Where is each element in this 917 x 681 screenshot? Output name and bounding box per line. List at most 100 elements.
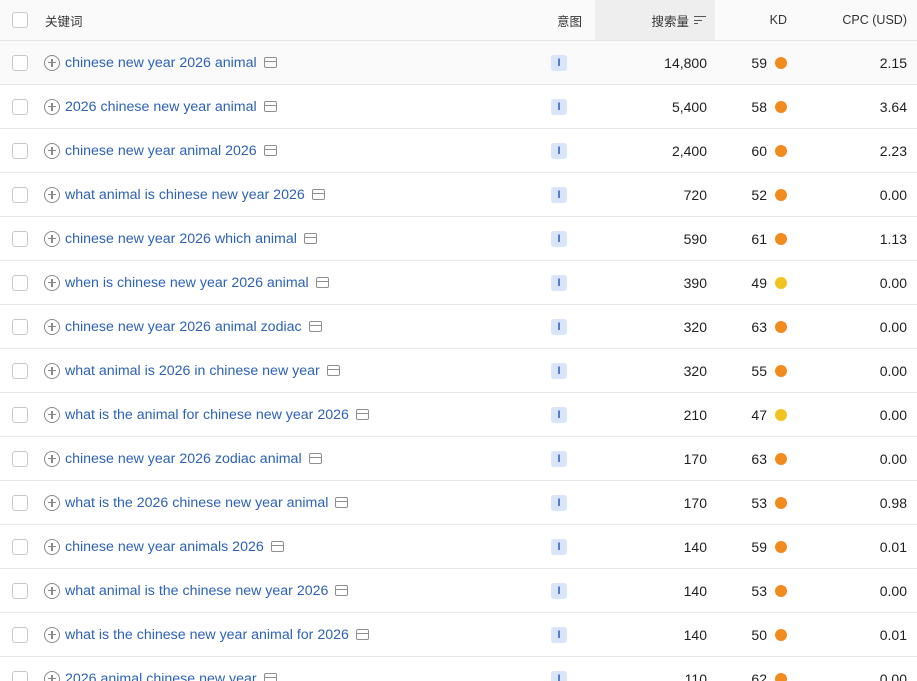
intent-cell: I <box>551 41 591 84</box>
keyword-cell: what is the chinese new year animal for … <box>44 613 544 656</box>
row-checkbox[interactable] <box>12 142 28 159</box>
header-cpc[interactable]: CPC (USD) <box>800 0 907 40</box>
add-plus-circle-icon[interactable] <box>44 582 60 599</box>
row-checkbox[interactable] <box>12 670 28 681</box>
table-row[interactable]: chinese new year 2026 which animal I 590 61… <box>0 217 917 261</box>
add-plus-circle-icon[interactable] <box>44 538 60 555</box>
cpc-cell: 0.00 <box>879 362 907 379</box>
table-row[interactable]: chinese new year 2026 animal zodiac I 320 6… <box>0 305 917 349</box>
serp-preview-icon[interactable] <box>326 365 340 376</box>
add-plus-circle-icon[interactable] <box>44 98 60 115</box>
table-row[interactable]: chinese new year 2026 animal I 14,800 59 2.1… <box>0 41 917 85</box>
serp-preview-icon[interactable] <box>355 409 369 420</box>
serp-preview-icon[interactable] <box>263 101 277 112</box>
keyword-link[interactable]: what is the animal for chinese new year … <box>65 407 349 423</box>
keyword-link[interactable]: when is chinese new year 2026 animal <box>65 275 309 291</box>
volume-cell: 210 <box>683 406 707 423</box>
table-row[interactable]: chinese new year animal 2026 I 2,400 60 2.23 <box>0 129 917 173</box>
row-checkbox[interactable] <box>12 406 28 423</box>
intent-badge: I <box>551 670 567 681</box>
add-plus-circle-icon[interactable] <box>44 494 60 511</box>
row-checkbox[interactable] <box>12 230 28 247</box>
kd-cell: 62 <box>720 657 787 681</box>
keyword-link[interactable]: chinese new year 2026 which animal <box>65 231 297 247</box>
add-plus-circle-icon[interactable] <box>44 54 60 71</box>
serp-preview-icon[interactable] <box>315 277 329 288</box>
table-row[interactable]: what is the animal for chinese new year … <box>0 393 917 437</box>
serp-preview-icon[interactable] <box>270 541 284 552</box>
serp-preview-icon[interactable] <box>263 673 277 681</box>
table-row[interactable]: what is the chinese new year animal for … <box>0 613 917 657</box>
add-plus-circle-icon[interactable] <box>44 406 60 423</box>
table-row[interactable]: chinese new year 2026 zodiac animal I 170 6… <box>0 437 917 481</box>
table-row[interactable]: what animal is chinese new year 2026 I 720… <box>0 173 917 217</box>
header-intent[interactable]: 意图 <box>557 0 597 40</box>
row-checkbox[interactable] <box>12 318 28 335</box>
add-plus-circle-icon[interactable] <box>44 274 60 291</box>
serp-preview-icon[interactable] <box>263 145 277 156</box>
sort-descending-icon[interactable] <box>694 15 706 25</box>
serp-preview-icon[interactable] <box>308 453 322 464</box>
row-checkbox[interactable] <box>12 274 28 291</box>
add-plus-circle-icon[interactable] <box>44 626 60 643</box>
table-row[interactable]: chinese new year animals 2026 I 140 59 0.01 <box>0 525 917 569</box>
add-plus-circle-icon[interactable] <box>44 362 60 379</box>
row-select-cell <box>12 481 30 524</box>
add-plus-circle-icon[interactable] <box>44 318 60 335</box>
serp-preview-icon[interactable] <box>335 497 349 508</box>
keyword-link[interactable]: 2026 animal chinese new year <box>65 671 257 681</box>
add-plus-circle-icon[interactable] <box>44 670 60 681</box>
kd-value: 60 <box>751 142 767 159</box>
keyword-link[interactable]: chinese new year 2026 animal zodiac <box>65 319 302 335</box>
serp-preview-icon[interactable] <box>308 321 322 332</box>
serp-preview-icon[interactable] <box>303 233 317 244</box>
row-checkbox[interactable] <box>12 98 28 115</box>
kd-cell: 53 <box>720 569 787 612</box>
keyword-link[interactable]: what animal is the chinese new year 2026 <box>65 583 328 599</box>
row-checkbox[interactable] <box>12 494 28 511</box>
serp-preview-icon[interactable] <box>355 629 369 640</box>
add-plus-circle-icon[interactable] <box>44 186 60 203</box>
add-plus-circle-icon[interactable] <box>44 142 60 159</box>
serp-preview-icon[interactable] <box>311 189 325 200</box>
volume-cell: 110 <box>684 670 707 681</box>
kd-cell: 53 <box>720 481 787 524</box>
kd-difficulty-dot-icon <box>775 188 787 201</box>
cpc-cell: 0.98 <box>879 494 907 511</box>
keyword-link[interactable]: what is the 2026 chinese new year animal <box>65 495 328 511</box>
row-checkbox[interactable] <box>12 626 28 643</box>
keyword-link[interactable]: what is the chinese new year animal for … <box>65 627 349 643</box>
row-checkbox[interactable] <box>12 362 28 379</box>
table-row[interactable]: 2026 animal chinese new year I 110 62 0.00 <box>0 657 917 681</box>
header-keyword[interactable]: 关键词 <box>45 0 545 40</box>
row-checkbox[interactable] <box>12 54 28 71</box>
row-select-cell <box>12 525 30 568</box>
table-row[interactable]: 2026 chinese new year animal I 5,400 58 3.64 <box>0 85 917 129</box>
serp-preview-icon[interactable] <box>335 585 349 596</box>
keyword-link[interactable]: chinese new year 2026 animal <box>65 55 257 71</box>
row-checkbox[interactable] <box>12 582 28 599</box>
row-checkbox[interactable] <box>12 186 28 203</box>
table-row[interactable]: what is the 2026 chinese new year animal… <box>0 481 917 525</box>
intent-cell: I <box>551 129 591 172</box>
volume-cell: 5,400 <box>671 98 707 115</box>
select-all-checkbox[interactable] <box>12 12 28 28</box>
keyword-link[interactable]: chinese new year 2026 zodiac animal <box>65 451 302 467</box>
row-checkbox[interactable] <box>12 538 28 555</box>
keyword-link[interactable]: 2026 chinese new year animal <box>65 99 257 115</box>
keyword-link[interactable]: what animal is 2026 in chinese new year <box>65 363 320 379</box>
add-plus-circle-icon[interactable] <box>44 450 60 467</box>
table-row[interactable]: when is chinese new year 2026 animal I 390… <box>0 261 917 305</box>
header-kd[interactable]: KD <box>720 0 787 40</box>
header-volume[interactable]: 搜索量 <box>600 0 706 40</box>
serp-preview-icon[interactable] <box>263 57 277 68</box>
keyword-cell: chinese new year 2026 zodiac animal <box>44 437 544 480</box>
intent-badge: I <box>551 98 567 115</box>
keyword-link[interactable]: what animal is chinese new year 2026 <box>65 187 305 203</box>
keyword-link[interactable]: chinese new year animals 2026 <box>65 539 264 555</box>
table-row[interactable]: what animal is 2026 in chinese new year I… <box>0 349 917 393</box>
add-plus-circle-icon[interactable] <box>44 230 60 247</box>
keyword-link[interactable]: chinese new year animal 2026 <box>65 143 257 159</box>
table-row[interactable]: what animal is the chinese new year 2026… <box>0 569 917 613</box>
row-checkbox[interactable] <box>12 450 28 467</box>
